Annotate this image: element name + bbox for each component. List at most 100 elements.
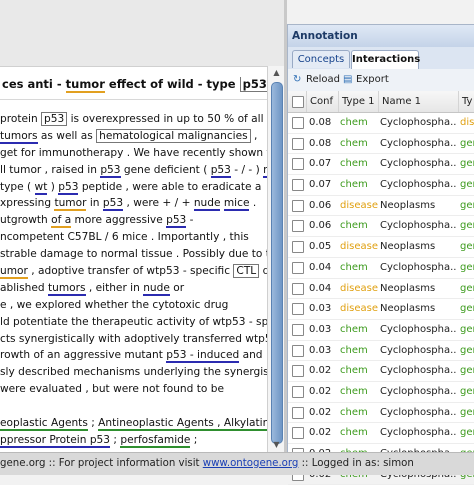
export-icon: ▤ <box>343 74 353 85</box>
annotated-term[interactable]: hematological malignancies <box>96 128 251 143</box>
name1-cell: Neoplasms <box>380 199 436 211</box>
document-scrollbar[interactable]: ▲ ▼ <box>267 66 285 452</box>
row-checkbox[interactable] <box>292 261 304 274</box>
annotated-term[interactable]: CTL <box>233 264 260 279</box>
table-row[interactable]: 0.02 chem Cyclophospha...gen <box>288 382 474 403</box>
annotated-term[interactable]: perfosfamide <box>120 433 191 448</box>
table-row[interactable]: 0.08 chem Cyclophospha... dis <box>288 113 474 134</box>
column-header-type1[interactable]: Type 1 <box>339 91 379 112</box>
document-line: cts synergistically with adoptively tran… <box>0 331 267 348</box>
annotated-term[interactable]: tumor <box>54 197 87 212</box>
annotated-term[interactable]: of a <box>51 214 72 229</box>
document-line: umor , adoptive transfer of wtp53 - spec… <box>0 263 267 280</box>
row-checkbox[interactable] <box>292 179 304 192</box>
conf-cell: 0.02 <box>309 365 332 377</box>
reload-button[interactable]: ↻ Reload <box>293 73 340 87</box>
row-checkbox[interactable] <box>292 117 304 129</box>
annotated-term[interactable]: nude <box>143 281 170 296</box>
row-checkbox[interactable] <box>292 199 304 212</box>
table-row[interactable]: 0.04 diseaseNeoplasms gen <box>288 279 474 300</box>
annotated-term[interactable]: p53 <box>166 214 187 229</box>
type1-cell: chem <box>340 137 368 149</box>
row-checkbox[interactable] <box>292 344 304 357</box>
annotated-term[interactable]: wt <box>34 180 48 195</box>
row-checkbox[interactable] <box>292 427 304 440</box>
annotated-term[interactable]: Antineoplastic Agents , Alkylating <box>98 417 267 432</box>
annotated-term[interactable]: ppressor Protein p53 <box>0 433 111 448</box>
annotated-term[interactable]: umor <box>0 265 28 280</box>
row-checkbox[interactable] <box>292 241 304 254</box>
annotated-term[interactable]: p53 <box>210 163 231 178</box>
title-term-p53[interactable]: p53 <box>239 77 267 92</box>
table-row[interactable]: 0.03 chem Cyclophospha...gen <box>288 341 474 362</box>
document-text: . <box>249 197 257 210</box>
document-body: protein p53 is overexpressed in up to 50… <box>0 111 267 453</box>
row-checkbox[interactable] <box>292 365 304 378</box>
table-row[interactable]: 0.08 chem Cyclophospha...gen <box>288 134 474 155</box>
document-text: as well as <box>37 129 97 142</box>
logged-in-text: :: Logged in as: simon <box>298 458 414 469</box>
type1-cell: disease <box>340 199 378 211</box>
name1-cell: Cyclophospha... <box>380 220 457 232</box>
row-checkbox[interactable] <box>292 220 304 233</box>
row-checkbox[interactable] <box>292 282 304 295</box>
column-header-type2[interactable]: Ty <box>459 91 474 112</box>
title-term-tumor[interactable]: tumor <box>65 77 105 93</box>
tab-concepts[interactable]: Concepts <box>292 50 350 68</box>
table-row[interactable]: 0.06 chem Cyclophospha...gen <box>288 216 474 238</box>
project-link[interactable]: www.ontogene.org <box>203 458 299 469</box>
document-text: - / - ) <box>230 163 264 176</box>
annotated-term[interactable]: p53 <box>102 197 124 212</box>
document-text: ; <box>87 417 99 430</box>
row-checkbox[interactable] <box>292 137 304 150</box>
table-row[interactable]: 0.03 diseaseNeoplasms gen <box>288 299 474 320</box>
annotated-term[interactable]: p53 <box>41 112 68 126</box>
row-checkbox[interactable] <box>292 385 304 398</box>
annotated-term[interactable]: nude <box>193 197 221 212</box>
column-header-conf[interactable]: Conf <box>307 91 339 112</box>
column-header-name1[interactable]: Name 1 <box>379 91 459 112</box>
document-view[interactable]: ces anti - tumor effect of wild - type p… <box>0 66 267 453</box>
document-text: get for immunotherapy . We have recently… <box>0 146 267 159</box>
scroll-up-arrow-icon[interactable]: ▲ <box>268 66 285 80</box>
annotated-term[interactable]: tumors <box>47 281 86 296</box>
table-row[interactable]: 0.05 diseaseNeoplasms gen <box>288 237 474 258</box>
table-row[interactable]: 0.02 chem Cyclophospha...gen <box>288 423 474 444</box>
table-row[interactable]: 0.07 chem Cyclophospha...gen <box>288 175 474 196</box>
name1-cell: Cyclophospha... <box>380 179 457 191</box>
table-row[interactable]: 0.02 chem Cyclophospha...gen <box>288 361 474 382</box>
annotated-term[interactable]: p53 <box>100 163 121 178</box>
type2-cell: gen <box>460 303 474 315</box>
row-checkbox[interactable] <box>292 406 304 419</box>
row-checkbox[interactable] <box>292 158 304 171</box>
table-row[interactable]: 0.06 diseaseNeoplasms gen <box>288 196 474 217</box>
reload-icon: ↻ <box>293 74 302 85</box>
name1-cell: Cyclophospha... <box>380 365 457 377</box>
annotated-term[interactable]: mice <box>223 197 250 212</box>
type2-cell: gen <box>460 158 474 170</box>
interactions-grid-header: Conf Type 1 Name 1 Ty <box>288 91 474 113</box>
status-prefix: gene.org <box>0 458 46 469</box>
annotated-term[interactable]: p53 <box>58 180 79 195</box>
scrollbar-thumb[interactable] <box>271 82 283 444</box>
document-text: sly described mechanisms underlying the … <box>0 366 267 379</box>
export-button[interactable]: ▤ Export <box>343 73 389 87</box>
row-checkbox[interactable] <box>292 303 304 316</box>
select-all-checkbox[interactable] <box>292 96 304 108</box>
document-text: , <box>250 129 258 142</box>
type2-cell: gen <box>460 323 474 335</box>
name1-cell: Cyclophospha... <box>380 323 457 335</box>
tab-interactions[interactable]: Interactions <box>351 50 420 69</box>
table-row[interactable]: 0.02 chem Cyclophospha...gen <box>288 403 474 424</box>
conf-cell: 0.03 <box>309 303 332 315</box>
scroll-down-arrow-icon[interactable]: ▼ <box>268 438 285 452</box>
table-row[interactable]: 0.07 chem Cyclophospha...gen <box>288 154 474 176</box>
annotated-term[interactable]: p53 - induced <box>166 349 240 364</box>
row-checkbox[interactable] <box>292 323 304 336</box>
annotated-term[interactable]: tumors <box>0 129 38 144</box>
annotated-term[interactable]: eoplastic Agents <box>0 417 88 432</box>
table-row[interactable]: 0.03 chem Cyclophospha...gen <box>288 320 474 341</box>
table-row[interactable]: 0.04 chem Cyclophospha...gen <box>288 258 474 279</box>
document-line: strable damage to normal tissue . Possib… <box>0 246 267 263</box>
select-all-column[interactable] <box>288 91 307 112</box>
